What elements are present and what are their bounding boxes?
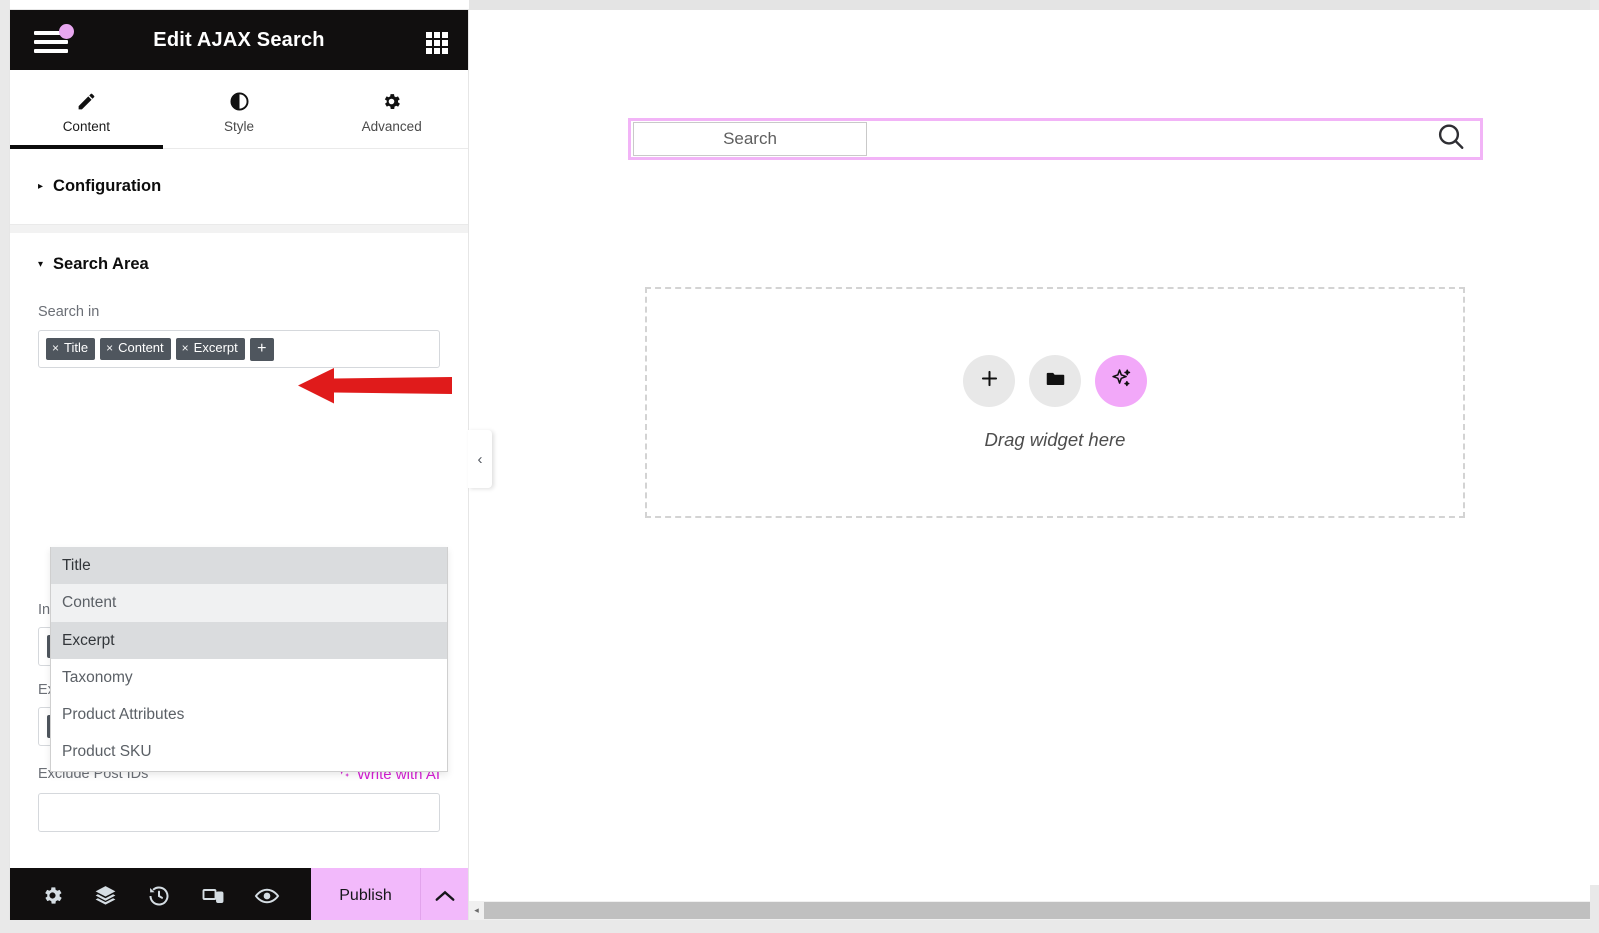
tab-advanced-label: Advanced xyxy=(361,119,422,134)
plus-icon xyxy=(979,368,1000,394)
hamburger-menu-icon[interactable] xyxy=(30,24,76,58)
window-top-edge xyxy=(469,0,1590,10)
exclude-post-ids-input[interactable] xyxy=(38,793,440,832)
menu-bar xyxy=(34,40,68,44)
add-element-button[interactable] xyxy=(963,354,1015,407)
search-in-dropdown[interactable]: Title Content Excerpt Taxonomy Product A… xyxy=(50,547,448,772)
navigator-layers-icon[interactable] xyxy=(93,883,118,908)
drop-zone-label: Drag widget here xyxy=(984,428,1126,450)
folder-icon xyxy=(1045,368,1066,394)
page-title: Edit AJAX Search xyxy=(153,28,325,51)
chip-content-label: Content xyxy=(118,340,164,356)
ajax-search-widget[interactable]: Search xyxy=(628,118,1483,160)
chip-content[interactable]: × Content xyxy=(100,338,171,360)
scrollbar-left-arrow[interactable]: ◂ xyxy=(469,901,484,920)
chip-remove-icon[interactable]: × xyxy=(106,341,113,356)
field-search-in: Search in × Title × Content × Excerpt + xyxy=(10,304,468,368)
section-configuration-header[interactable]: ▸ Configuration xyxy=(38,177,440,196)
panel-body: ▸ Configuration ▾ Search Area Search in … xyxy=(10,149,468,868)
history-clock-icon[interactable] xyxy=(147,884,171,908)
contrast-icon xyxy=(229,90,250,112)
chevron-left-icon: ‹ xyxy=(477,450,483,468)
ai-generate-button[interactable] xyxy=(1095,354,1147,407)
window-bottom-edge xyxy=(0,920,1599,933)
gear-icon xyxy=(381,90,402,112)
settings-gear-icon[interactable] xyxy=(41,884,64,907)
apps-grid-icon[interactable] xyxy=(426,32,448,54)
tab-style[interactable]: Style xyxy=(163,70,316,148)
responsive-devices-icon[interactable] xyxy=(201,884,225,908)
elementor-editor-screen: Edit AJAX Search Content Style Advanced … xyxy=(0,0,1599,933)
panel-footer: Publish xyxy=(10,868,468,923)
section-search-area-header[interactable]: ▾ Search Area xyxy=(38,255,440,274)
tab-advanced[interactable]: Advanced xyxy=(315,70,468,148)
menu-bar xyxy=(34,49,68,53)
dropdown-option-title[interactable]: Title xyxy=(51,547,447,585)
tab-content[interactable]: Content xyxy=(10,70,163,149)
dropdown-option-excerpt[interactable]: Excerpt xyxy=(51,621,447,659)
dropdown-option-product-sku[interactable]: Product SKU xyxy=(51,733,447,770)
editor-panel: Edit AJAX Search Content Style Advanced … xyxy=(10,10,468,923)
preview-eye-icon[interactable] xyxy=(254,883,280,909)
chip-excerpt[interactable]: × Excerpt xyxy=(175,338,245,360)
dropdown-option-content[interactable]: Content xyxy=(51,584,447,622)
dropdown-option-product-attributes[interactable]: Product Attributes xyxy=(51,696,447,733)
publish-button[interactable]: Publish xyxy=(311,868,420,923)
widget-drop-zone[interactable]: Drag widget here xyxy=(645,287,1465,518)
field-exclude-post-ids: Exclude Post IDs Write with AI xyxy=(10,764,468,832)
search-in-tag-input[interactable]: × Title × Content × Excerpt + xyxy=(38,330,440,368)
magnifier-icon[interactable] xyxy=(1436,122,1466,157)
window-left-edge xyxy=(0,0,10,933)
chip-remove-icon[interactable]: × xyxy=(52,341,59,356)
scrollbar-thumb[interactable] xyxy=(484,902,1590,919)
chevron-down-icon: ▾ xyxy=(38,258,44,270)
dropdown-option-taxonomy[interactable]: Taxonomy xyxy=(51,659,447,696)
section-configuration-label: Configuration xyxy=(53,177,162,195)
preview-canvas: Search Drag widget here xyxy=(469,10,1599,885)
add-template-button[interactable] xyxy=(1029,354,1081,407)
section-configuration[interactable]: ▸ Configuration xyxy=(10,149,468,225)
footer-icon-group xyxy=(10,868,311,923)
section-divider xyxy=(10,225,468,233)
section-search-area-label: Search Area xyxy=(53,255,149,273)
panel-tabs: Content Style Advanced xyxy=(10,70,468,149)
horizontal-scrollbar[interactable]: ◂ xyxy=(469,901,1590,920)
pencil-icon xyxy=(76,90,97,112)
section-search-area-header-wrap: ▾ Search Area xyxy=(10,233,468,282)
chip-title[interactable]: × Title xyxy=(46,338,96,360)
chip-remove-icon[interactable]: × xyxy=(182,341,189,356)
tab-style-label: Style xyxy=(224,119,255,134)
panel-collapse-handle[interactable]: ‹ xyxy=(468,430,492,488)
search-in-label: Search in xyxy=(38,304,100,320)
chevron-right-icon: ▸ xyxy=(38,180,44,192)
sparkle-icon xyxy=(1110,367,1133,395)
publish-options-chevron-up-icon[interactable] xyxy=(420,868,468,923)
panel-header: Edit AJAX Search xyxy=(10,10,468,70)
chip-excerpt-label: Excerpt xyxy=(193,340,238,356)
add-search-in-option-button[interactable]: + xyxy=(249,337,274,361)
search-input-placeholder: Search xyxy=(723,129,777,148)
notification-dot xyxy=(59,24,74,39)
tab-content-label: Content xyxy=(62,119,110,134)
drop-zone-buttons xyxy=(963,354,1147,407)
search-input[interactable]: Search xyxy=(633,122,867,156)
chip-title-label: Title xyxy=(64,340,89,356)
